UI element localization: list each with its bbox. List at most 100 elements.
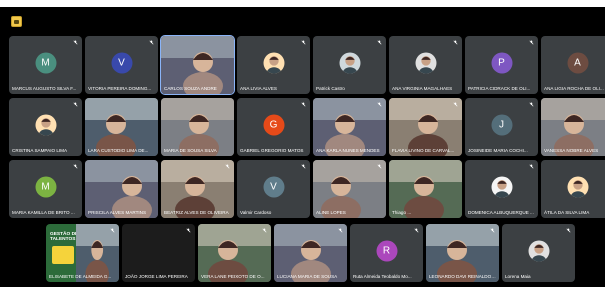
profile-photo <box>35 114 56 136</box>
mic-off-icon <box>149 40 154 45</box>
participant-tile[interactable]: CRISTINA SAMPAIO LIMA <box>9 98 82 156</box>
participant-tile[interactable]: V Valmir Cardoso <box>237 160 310 218</box>
participant-name: VERA LANE PEIXOTO DE O... <box>201 274 265 279</box>
participant-tile[interactable]: BEATRIZ ALVES DE OLIVEIRA <box>161 160 234 218</box>
participant-name: BEATRIZ ALVES DE OLIVEIRA <box>164 210 229 215</box>
participant-tile[interactable]: LEONARDO DAVI REINALDO ... <box>426 224 499 282</box>
participant-tile[interactable]: VERA LANE PEIXOTO DE O... <box>198 224 271 282</box>
participant-tile[interactable]: R Ruta Almeida Teobaldo Mo... <box>350 224 423 282</box>
participant-tile[interactable]: VANESSA NOBRE ALVES <box>541 98 605 156</box>
initial-avatar: P <box>491 52 512 74</box>
participant-tile[interactable]: GESTÃO DE TALENTOS ELISABETE DE ALMEIDA G… <box>46 224 119 282</box>
initial-avatar: M <box>35 176 56 198</box>
participant-name: MARIA KAMILLA DE BRITO ... <box>12 210 75 215</box>
mic-off-icon <box>73 164 78 169</box>
mic-off-icon <box>301 164 306 169</box>
participant-tile[interactable]: PRISCILA ALVES MARTINS <box>85 160 158 218</box>
participant-grid: M MARCUS AUGUSTO SILVA F... V VITORIA PEREI… <box>0 35 605 289</box>
participant-name: CRISTINA SAMPAIO LIMA <box>12 148 68 153</box>
participant-tile[interactable]: ANA VIRGINIA MAGALHAES <box>389 36 462 94</box>
participant-name: JOÃO JORGE LIMA PEREIRA <box>125 274 188 279</box>
participant-tile[interactable]: LARA CUSTODIO LIMA DE... <box>85 98 158 156</box>
initial-avatar: R <box>376 240 397 262</box>
participant-tile[interactable]: CARLOS SOUZA ANDRE <box>160 35 235 95</box>
meeting-app-icon[interactable] <box>11 16 22 27</box>
participant-name: PRISCILA ALVES MARTINS <box>88 210 147 215</box>
participant-name: JOSINEIDE MARIA COCHI... <box>468 148 528 153</box>
participant-tile[interactable]: M MARCUS AUGUSTO SILVA F... <box>9 36 82 94</box>
participant-name: ANA KARLA NUNES MENDES <box>316 148 380 153</box>
top-bar <box>0 7 605 36</box>
participant-tile[interactable]: V VITORIA PEREIRA DOMING... <box>85 36 158 94</box>
mic-off-icon <box>377 102 382 107</box>
participant-name: LEONARDO DAVI REINALDO ... <box>429 274 496 279</box>
mic-off-icon <box>186 228 191 233</box>
participant-name: FLAVIA LIVINO DE CARVAL... <box>392 148 455 153</box>
participant-name: ANA VIRGINIA MAGALHAES <box>392 86 453 91</box>
participant-name: Patrick Castro <box>316 86 345 91</box>
mic-off-icon <box>377 164 382 169</box>
mic-off-icon <box>529 164 534 169</box>
participant-name: PATRICIA CIDRACK DE OLI... <box>468 86 531 91</box>
participant-name: Valmir Cardoso <box>240 210 272 215</box>
participant-tile[interactable]: DOMENICA ALBUQUERQUE ... <box>465 160 538 218</box>
initial-avatar: G <box>263 114 284 136</box>
mic-off-icon <box>225 164 230 169</box>
mic-off-icon <box>377 40 382 45</box>
mic-off-icon <box>110 228 115 233</box>
participant-tile[interactable]: Thiago ... <box>389 160 462 218</box>
participant-tile[interactable]: ANA LIVIA ALVES <box>237 36 310 94</box>
mic-off-icon <box>262 228 267 233</box>
mic-off-icon <box>301 102 306 107</box>
participant-name: ELISABETE DE ALMEIDA G... <box>49 274 112 279</box>
mic-off-icon <box>453 102 458 107</box>
mic-off-icon <box>73 40 78 45</box>
participant-tile[interactable]: LUCIANA MARIA DE SOUSA <box>274 224 347 282</box>
participant-name: ANA LIGIA ROCHA DE OLI... <box>544 86 604 91</box>
participant-name: VITORIA PEREIRA DOMING... <box>88 86 152 91</box>
mic-off-icon <box>566 228 571 233</box>
participant-tile[interactable]: M MARIA KAMILLA DE BRITO ... <box>9 160 82 218</box>
initial-avatar: J <box>491 114 512 136</box>
profile-photo <box>415 52 436 74</box>
participant-tile[interactable]: G GABRIEL GREGORIO MATOS <box>237 98 310 156</box>
participant-name: ALINE LOPES <box>316 210 346 215</box>
banner-logo <box>52 246 74 264</box>
participant-name: ÁTILA DA SILVA LIMA <box>544 210 590 215</box>
profile-photo <box>263 52 284 74</box>
initial-avatar: V <box>263 176 284 198</box>
participant-tile[interactable]: Patrick Castro <box>313 36 386 94</box>
participant-tile[interactable]: MARIA DE SOUSA SILVA <box>161 98 234 156</box>
initial-avatar: A <box>567 52 588 74</box>
participant-tile[interactable]: ÁTILA DA SILVA LIMA <box>541 160 605 218</box>
participant-tile[interactable]: ALINE LOPES <box>313 160 386 218</box>
participant-name: VANESSA NOBRE ALVES <box>544 148 599 153</box>
participant-name: MARCUS AUGUSTO SILVA F... <box>12 86 77 91</box>
participant-tile[interactable]: P PATRICIA CIDRACK DE OLI... <box>465 36 538 94</box>
participant-name: MARIA DE SOUSA SILVA <box>164 148 217 153</box>
mic-off-icon <box>301 40 306 45</box>
mic-off-icon <box>529 102 534 107</box>
profile-photo <box>491 176 512 198</box>
participant-name: ANA LIVIA ALVES <box>240 86 277 91</box>
participant-tile[interactable]: ANA KARLA NUNES MENDES <box>313 98 386 156</box>
participant-name: CARLOS SOUZA ANDRE <box>164 86 217 91</box>
participant-name: LARA CUSTODIO LIMA DE... <box>88 148 149 153</box>
participant-name: LUCIANA MARIA DE SOUSA <box>277 274 338 279</box>
participant-tile[interactable]: Lorena Maia <box>502 224 575 282</box>
participant-name: GABRIEL GREGORIO MATOS <box>240 148 304 153</box>
participant-name: Ruta Almeida Teobaldo Mo... <box>353 274 412 279</box>
profile-photo <box>567 176 588 198</box>
profile-photo <box>528 240 549 262</box>
mic-off-icon <box>529 40 534 45</box>
initial-avatar: V <box>111 52 132 74</box>
mic-off-icon <box>453 40 458 45</box>
participant-name: Thiago ... <box>392 210 412 215</box>
initial-avatar: M <box>35 52 56 74</box>
participant-tile[interactable]: JOÃO JORGE LIMA PEREIRA <box>122 224 195 282</box>
participant-tile[interactable]: FLAVIA LIVINO DE CARVAL... <box>389 98 462 156</box>
meeting-window: M MARCUS AUGUSTO SILVA F... V VITORIA PEREI… <box>0 0 605 289</box>
participant-name: DOMENICA ALBUQUERQUE ... <box>468 210 534 215</box>
participant-tile[interactable]: J JOSINEIDE MARIA COCHI... <box>465 98 538 156</box>
participant-tile[interactable]: A ANA LIGIA ROCHA DE OLI... <box>541 36 605 94</box>
